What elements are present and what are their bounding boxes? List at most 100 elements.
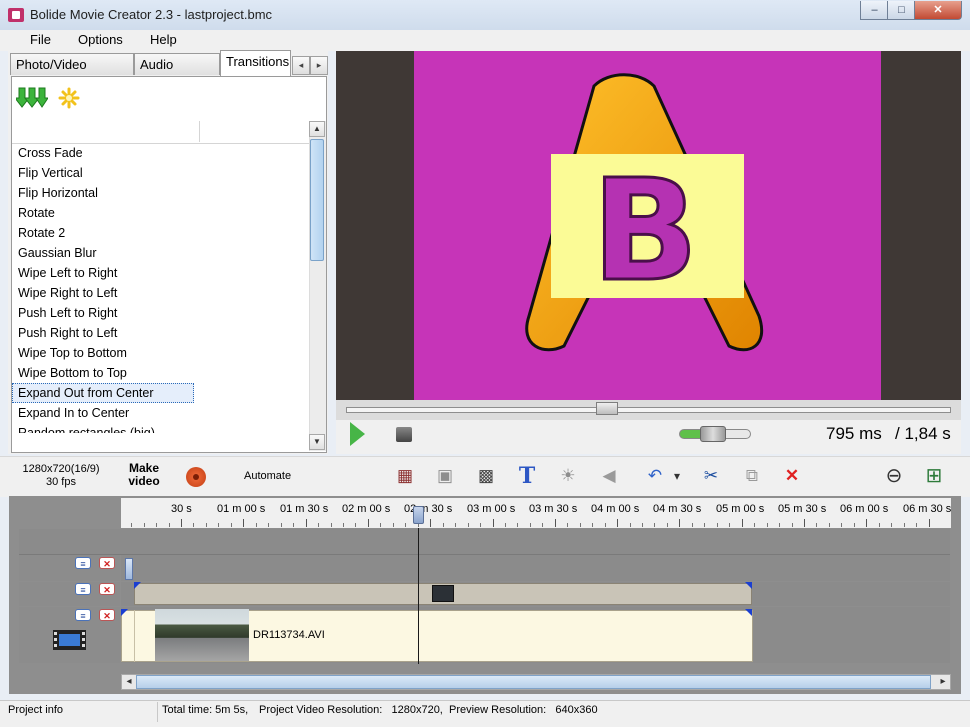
ruler-tick: [430, 519, 431, 527]
ruler-tick: [181, 519, 182, 527]
status-total-time: Total time: 5m 5s,: [162, 704, 249, 716]
timeline-scroll-left-button[interactable]: ◂: [122, 675, 136, 689]
import-icon[interactable]: [16, 86, 48, 112]
transition-item[interactable]: Gaussian Blur: [18, 243, 97, 263]
video-clip-thumbnail: [155, 609, 249, 661]
menu-help[interactable]: Help: [150, 32, 177, 47]
ruler-tick: [679, 519, 680, 527]
timeline-scroll-thumb[interactable]: [136, 675, 931, 689]
transition-item[interactable]: Push Left to Right: [18, 303, 117, 323]
paste-icon[interactable]: ⧉: [740, 465, 764, 487]
play-button[interactable]: [350, 422, 365, 446]
ruler-subtick: [355, 523, 356, 527]
overlay-photo-thumbnail: [432, 585, 454, 602]
restore-button[interactable]: □: [887, 1, 916, 20]
ruler-subtick: [468, 523, 469, 527]
ruler-subtick: [904, 523, 905, 527]
volume-icon[interactable]: ◀: [597, 465, 621, 487]
ruler-subtick: [542, 523, 543, 527]
undo-dropdown-icon[interactable]: ▾: [670, 465, 684, 487]
add-clip-icon[interactable]: ▦: [393, 465, 417, 487]
sparkle-icon[interactable]: [58, 87, 80, 109]
transition-item[interactable]: Wipe Right to Left: [18, 283, 117, 303]
timeline-scroll-right-button[interactable]: ▸: [936, 675, 950, 689]
stop-button[interactable]: [396, 427, 412, 442]
add-photo-icon[interactable]: ▩: [474, 465, 498, 487]
clip-end-marker: [745, 582, 752, 589]
scroll-up-button[interactable]: ▲: [309, 121, 325, 137]
minimize-button[interactable]: –: [860, 1, 889, 20]
project-info[interactable]: Project info: [8, 704, 63, 716]
ruler-subtick: [654, 523, 655, 527]
menu-file[interactable]: File: [30, 32, 51, 47]
ruler-subtick: [281, 523, 282, 527]
scroll-thumb[interactable]: [310, 139, 324, 261]
ruler-subtick: [505, 523, 506, 527]
make-video-button[interactable]: Make video: [126, 462, 162, 488]
transition-item[interactable]: Cross Fade: [18, 143, 83, 163]
ruler-subtick: [779, 523, 780, 527]
ruler-subtick: [891, 523, 892, 527]
cut-icon[interactable]: ✂: [699, 465, 723, 487]
playhead-line[interactable]: [418, 528, 419, 664]
ruler-subtick: [754, 523, 755, 527]
seek-thumb[interactable]: [596, 402, 618, 415]
tab-audio-library[interactable]: Audio Library: [134, 53, 220, 94]
ruler-subtick: [592, 523, 593, 527]
ruler-subtick: [916, 523, 917, 527]
text-clip-marker[interactable]: [125, 558, 133, 580]
transition-item[interactable]: Flip Horizontal: [18, 183, 98, 203]
transition-item[interactable]: Wipe Top to Bottom: [18, 343, 127, 363]
resolution-button[interactable]: 1280x720(16/9) 30 fps: [20, 463, 102, 489]
track-expand-icon[interactable]: ≡: [75, 583, 91, 595]
transition-item[interactable]: Flip Vertical: [18, 163, 83, 183]
ruler-tick: [929, 519, 930, 527]
zoom-out-icon[interactable]: ⊖: [882, 465, 906, 487]
undo-icon[interactable]: ↶: [643, 465, 667, 487]
transition-item[interactable]: Rotate: [18, 203, 55, 223]
status-project-resolution: Project Video Resolution: 1280x720,: [259, 704, 443, 716]
clip-divider: [134, 610, 135, 662]
transition-item[interactable]: Push Right to Left: [18, 323, 117, 343]
track-delete-icon[interactable]: ✕: [99, 583, 115, 595]
ruler-subtick: [667, 523, 668, 527]
tab-transitions[interactable]: Transitions: [220, 50, 291, 76]
ruler-subtick: [692, 523, 693, 527]
brightness-icon[interactable]: ☀: [556, 465, 580, 487]
text-tool-icon[interactable]: T: [515, 465, 539, 487]
menu-options[interactable]: Options: [78, 32, 123, 47]
ruler-label: 01 m 30 s: [280, 503, 329, 515]
tab-photo-video-library[interactable]: Photo/Video Library: [10, 53, 134, 94]
ruler-subtick: [393, 523, 394, 527]
close-button[interactable]: ✕: [914, 1, 962, 20]
tabs-scroll-left-button[interactable]: ◂: [292, 56, 310, 75]
seek-track[interactable]: [346, 407, 951, 413]
ruler-subtick: [443, 523, 444, 527]
transition-item[interactable]: Expand In to Center: [18, 403, 129, 423]
transition-item[interactable]: Wipe Left to Right: [18, 263, 117, 283]
film-strip-icon: [53, 630, 86, 650]
delete-icon[interactable]: ✕: [780, 465, 804, 487]
track-delete-icon[interactable]: ✕: [99, 609, 115, 621]
transition-item[interactable]: Expand Out from Center: [12, 383, 194, 403]
track-expand-icon[interactable]: ≡: [75, 557, 91, 569]
zoom-fit-icon[interactable]: ⊞: [922, 465, 946, 487]
track-expand-icon[interactable]: ≡: [75, 609, 91, 621]
ruler-tick: [804, 519, 805, 527]
track-text[interactable]: [121, 555, 950, 581]
menu-bar: [0, 30, 970, 51]
transition-item[interactable]: Random rectangles (big): [18, 423, 155, 433]
track-delete-icon[interactable]: ✕: [99, 557, 115, 569]
volume-knob[interactable]: [700, 426, 726, 442]
tabs-scroll-right-button[interactable]: ▸: [310, 56, 328, 75]
transition-item[interactable]: Rotate 2: [18, 223, 65, 243]
ruler-subtick: [854, 523, 855, 527]
automate-button[interactable]: Automate: [244, 470, 291, 482]
ruler-tick: [493, 519, 494, 527]
record-icon[interactable]: [186, 467, 206, 487]
scroll-down-button[interactable]: ▼: [309, 434, 325, 450]
resize-icon[interactable]: ▣: [433, 465, 457, 487]
playhead-handle[interactable]: [413, 506, 424, 524]
transition-item[interactable]: Wipe Bottom to Top: [18, 363, 127, 383]
ruler-label: 04 m 30 s: [653, 503, 702, 515]
